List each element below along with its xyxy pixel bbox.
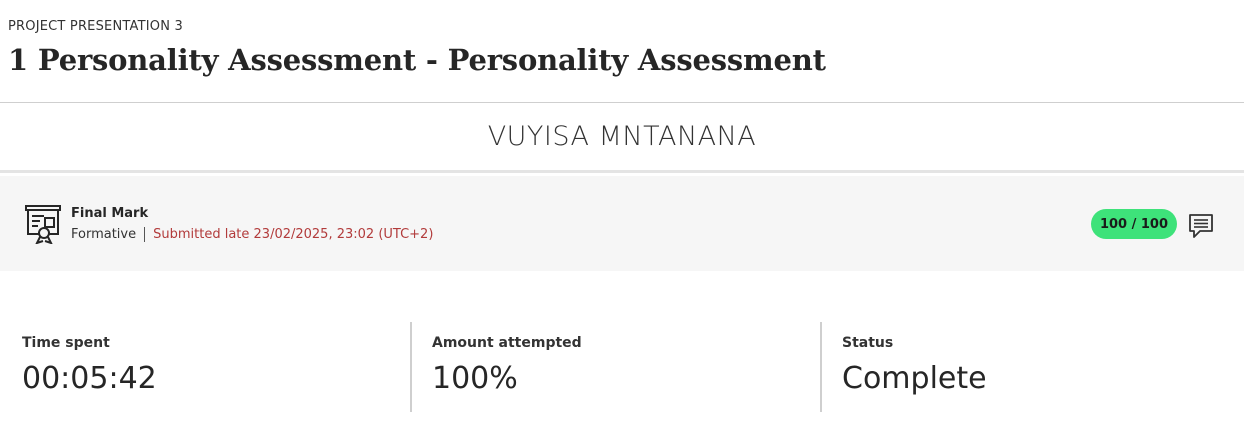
assessment-page: PROJECT PRESENTATION 3 1 Personality Ass…	[0, 0, 1244, 434]
separator	[144, 227, 146, 242]
stat-value: 00:05:42	[22, 361, 157, 396]
submission-status: Submitted late 23/02/2025, 23:02 (UTC+2)	[153, 227, 434, 242]
stat-label: Status	[842, 335, 894, 351]
final-mark-title: Final Mark	[71, 206, 149, 221]
final-mark-panel: Final Mark Formative Submitted late 23/0…	[0, 176, 1244, 271]
comment-icon[interactable]	[1188, 213, 1214, 239]
stat-label: Amount attempted	[432, 335, 582, 351]
page-title: 1 Personality Assessment - Personality A…	[8, 43, 826, 77]
assessment-type: Formative	[71, 227, 137, 242]
breadcrumb: PROJECT PRESENTATION 3	[8, 19, 183, 34]
stat-time-spent: Time spent 00:05:42	[22, 322, 412, 412]
student-bar: VUYISA MNTANANA	[0, 103, 1244, 173]
mark-details: Formative Submitted late 23/02/2025, 23:…	[71, 226, 433, 243]
score-badge: 100 / 100	[1091, 209, 1177, 239]
stat-label: Time spent	[22, 335, 110, 351]
stat-amount-attempted: Amount attempted 100%	[410, 322, 800, 412]
student-name: VUYISA MNTANANA	[487, 121, 757, 152]
page-header: PROJECT PRESENTATION 3 1 Personality Ass…	[0, 0, 1244, 103]
stats-row: Time spent 00:05:42 Amount attempted 100…	[0, 322, 1244, 412]
stat-value: 100%	[432, 361, 518, 396]
stat-value: Complete	[842, 361, 987, 396]
certificate-icon	[25, 205, 61, 244]
stat-status: Status Complete	[820, 322, 1210, 412]
